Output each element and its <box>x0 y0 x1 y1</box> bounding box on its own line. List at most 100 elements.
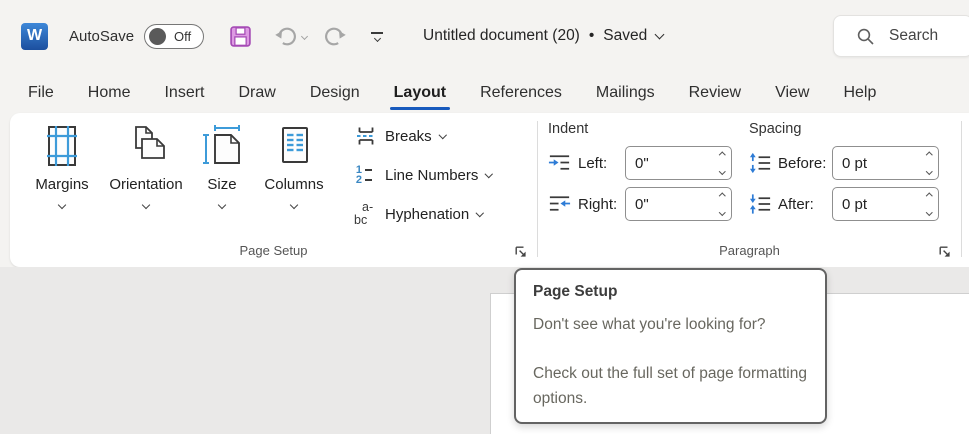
tab-references[interactable]: References <box>463 72 579 113</box>
spacing-after-label: After: <box>774 196 832 213</box>
breaks-button[interactable]: Breaks <box>354 123 492 149</box>
chevron-down-icon <box>218 201 226 209</box>
page-setup-dialog-launcher-button[interactable] <box>513 244 529 260</box>
dialog-launcher-icon <box>514 245 528 259</box>
spinner-down-icon[interactable] <box>926 209 932 215</box>
indent-left-label: Left: <box>573 155 625 172</box>
spinner-up-icon[interactable] <box>926 193 932 199</box>
word-logo-icon[interactable]: W <box>21 23 48 50</box>
indent-left-input[interactable]: 0" <box>625 146 732 180</box>
indent-left-value: 0" <box>635 155 649 172</box>
dialog-launcher-icon <box>938 245 952 259</box>
page-setup-tooltip: Page Setup Don't see what you're looking… <box>514 268 827 424</box>
indent-right-icon <box>547 193 572 215</box>
autosave-label: AutoSave <box>69 28 134 45</box>
document-area: Page Setup Don't see what you're looking… <box>0 267 969 434</box>
chevron-down-icon <box>439 131 447 139</box>
tab-home[interactable]: Home <box>71 72 148 113</box>
save-button[interactable] <box>229 25 252 48</box>
indent-left-icon <box>547 152 572 174</box>
autosave-state: Off <box>174 29 191 44</box>
tab-file[interactable]: File <box>11 72 71 113</box>
tooltip-body-line2: Check out the full set of page formattin… <box>533 361 808 411</box>
page-setup-group-label: Page Setup <box>10 243 537 267</box>
spacing-after-value: 0 pt <box>842 196 867 213</box>
line-numbers-button[interactable]: 1 2 Line Numbers <box>354 162 492 188</box>
size-button[interactable]: Size <box>192 120 252 208</box>
spacing-before-input[interactable]: 0 pt <box>832 146 939 180</box>
hyphenation-icon: a- bc <box>354 202 378 226</box>
tooltip-title: Page Setup <box>533 283 808 301</box>
search-label: Search <box>889 27 938 45</box>
spacing-before-label: Before: <box>774 155 832 172</box>
save-status: Saved <box>603 27 647 45</box>
tab-help[interactable]: Help <box>826 72 893 113</box>
chevron-down-icon <box>476 209 484 217</box>
word-window: W AutoSave Off <box>0 0 969 434</box>
autosave-toggle[interactable]: Off <box>144 24 204 49</box>
tab-draw[interactable]: Draw <box>221 72 292 113</box>
tab-view[interactable]: View <box>758 72 826 113</box>
title-bar: W AutoSave Off <box>0 0 969 72</box>
title-chevron-down-icon <box>655 30 665 40</box>
tab-layout[interactable]: Layout <box>377 72 463 113</box>
search-box[interactable]: Search <box>833 15 969 57</box>
undo-button[interactable] <box>272 23 298 49</box>
save-icon <box>229 25 252 48</box>
redo-icon <box>323 23 349 49</box>
indent-right-input[interactable]: 0" <box>625 187 732 221</box>
group-page-setup: Margins Orientation <box>10 113 537 267</box>
redo-button[interactable] <box>323 23 349 49</box>
spinner-down-icon[interactable] <box>719 209 725 215</box>
indent-right-value: 0" <box>635 196 649 213</box>
columns-icon <box>271 123 317 169</box>
line-numbers-icon: 1 2 <box>354 165 378 185</box>
tab-design[interactable]: Design <box>293 72 377 113</box>
group-paragraph: Indent <box>538 113 961 267</box>
spinner-down-icon[interactable] <box>719 168 725 174</box>
document-title[interactable]: Untitled document (20) • Saved <box>423 27 663 45</box>
breaks-icon <box>354 124 378 148</box>
spacing-after-input[interactable]: 0 pt <box>832 187 939 221</box>
spinner-down-icon[interactable] <box>926 168 932 174</box>
ribbon-layout-panel: Margins Orientation <box>10 113 969 267</box>
orientation-button[interactable]: Orientation <box>100 120 192 208</box>
chevron-down-icon <box>58 201 66 209</box>
indent-header: Indent <box>547 121 732 137</box>
spinner-up-icon[interactable] <box>719 193 725 199</box>
ribbon-tab-row: File Home Insert Draw Design Layout Refe… <box>0 72 969 113</box>
tab-insert[interactable]: Insert <box>147 72 221 113</box>
margins-icon <box>39 123 85 169</box>
orientation-icon <box>123 123 169 169</box>
tab-review[interactable]: Review <box>672 72 758 113</box>
undo-dropdown-chevron-icon[interactable] <box>301 32 308 39</box>
paragraph-dialog-launcher-button[interactable] <box>937 244 953 260</box>
ribbon-wrap: Margins Orientation <box>0 113 969 267</box>
document-title-text: Untitled document (20) <box>423 27 580 45</box>
spacing-before-icon <box>748 152 773 174</box>
hyphenation-button[interactable]: a- bc Hyphenation <box>354 201 492 227</box>
group-divider <box>961 121 962 257</box>
toggle-knob <box>149 28 166 45</box>
spinner-up-icon[interactable] <box>719 152 725 158</box>
undo-icon <box>272 23 298 49</box>
paragraph-group-label: Paragraph <box>538 243 961 267</box>
customize-quick-access-toolbar-button[interactable] <box>371 32 383 41</box>
indent-right-label: Right: <box>573 196 625 213</box>
spinner-up-icon[interactable] <box>926 152 932 158</box>
title-separator: • <box>589 27 594 45</box>
tab-mailings[interactable]: Mailings <box>579 72 672 113</box>
size-icon <box>199 123 245 169</box>
tooltip-body-line1: Don't see what you're looking for? <box>533 312 808 337</box>
spacing-after-icon <box>748 193 773 215</box>
columns-button[interactable]: Columns <box>252 120 336 208</box>
spacing-before-value: 0 pt <box>842 155 867 172</box>
search-icon <box>856 27 875 46</box>
chevron-down-icon <box>142 201 150 209</box>
chevron-down-icon <box>374 34 381 41</box>
spacing-header: Spacing <box>748 121 939 137</box>
chevron-down-icon <box>290 201 298 209</box>
chevron-down-icon <box>485 170 493 178</box>
margins-button[interactable]: Margins <box>24 120 100 208</box>
overline-icon <box>371 32 383 34</box>
